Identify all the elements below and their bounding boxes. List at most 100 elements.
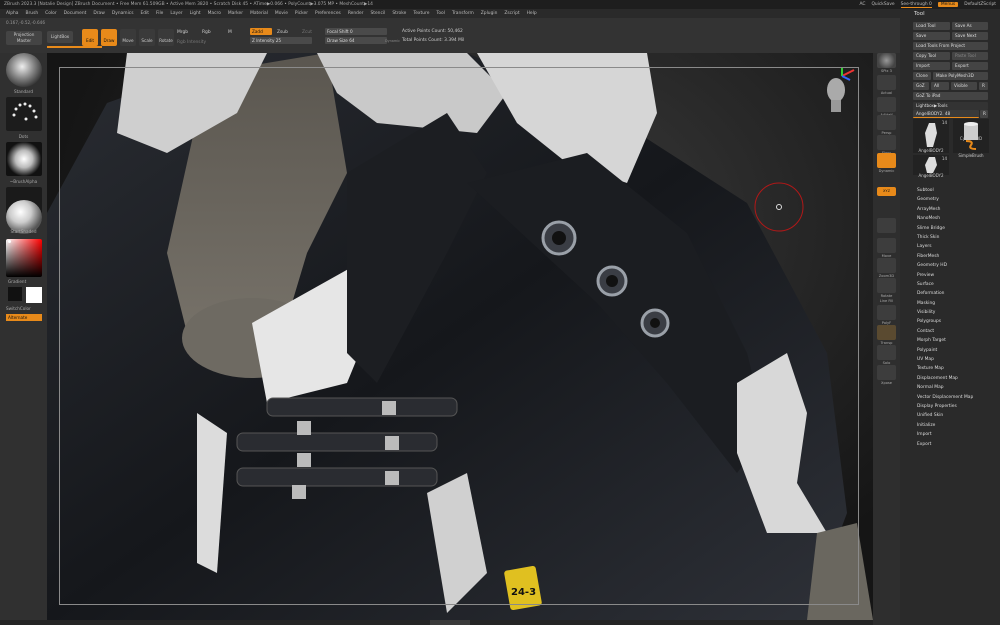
section-geometry[interactable]: Geometry bbox=[917, 195, 997, 204]
menu-zplugin[interactable]: Zplugin bbox=[481, 11, 498, 16]
frame-icon[interactable] bbox=[877, 218, 896, 233]
goz-ipad-button[interactable]: GoZ To iPad bbox=[913, 92, 988, 100]
draw-button[interactable]: Draw bbox=[101, 29, 117, 46]
brush-alpha-icon[interactable] bbox=[6, 142, 42, 176]
section-display-properties[interactable]: Display Properties bbox=[917, 402, 997, 411]
clone-button[interactable]: Clone bbox=[913, 72, 931, 80]
goz-button[interactable]: GoZ bbox=[913, 82, 929, 90]
zcut-button[interactable]: Zcut bbox=[302, 30, 312, 35]
move-view-icon[interactable] bbox=[877, 238, 896, 253]
menu-layer[interactable]: Layer bbox=[170, 11, 182, 16]
section-uv-map[interactable]: UV Map bbox=[917, 355, 997, 364]
import-button[interactable]: Import bbox=[913, 62, 950, 70]
menu-render[interactable]: Render bbox=[348, 11, 364, 16]
menu-stencil[interactable]: Stencil bbox=[370, 11, 385, 16]
aahalf-icon[interactable] bbox=[877, 97, 896, 112]
menu-color[interactable]: Color bbox=[45, 11, 56, 16]
current-tool-slider[interactable]: AngelBODY2. 48 bbox=[913, 110, 979, 118]
secondary-color-swatch[interactable] bbox=[26, 287, 42, 303]
section-subtool[interactable]: Subtool bbox=[917, 186, 997, 195]
color-picker[interactable] bbox=[6, 239, 42, 277]
section-unified-skin[interactable]: Unified Skin bbox=[917, 411, 997, 420]
spix-label[interactable]: SPix 3 bbox=[873, 69, 900, 73]
menu-help[interactable]: Help bbox=[527, 11, 537, 16]
standard-brush-icon[interactable] bbox=[6, 53, 42, 87]
goz-all-button[interactable]: All bbox=[931, 82, 949, 90]
section-normal-map[interactable]: Normal Map bbox=[917, 383, 997, 392]
menu-draw[interactable]: Draw bbox=[93, 11, 104, 16]
seethrough-slider[interactable]: See-through 0 bbox=[900, 2, 932, 8]
menu-file[interactable]: File bbox=[156, 11, 163, 16]
document-canvas[interactable]: 24-3 bbox=[47, 53, 873, 620]
alternate-button[interactable]: Alternate bbox=[6, 314, 42, 321]
save-next-button[interactable]: Save Next bbox=[952, 32, 988, 40]
scale-button[interactable]: Scale bbox=[139, 29, 155, 46]
focal-shift-slider[interactable]: Focal Shift 0 bbox=[325, 28, 387, 35]
save-button[interactable]: Save bbox=[913, 32, 950, 40]
zadd-button[interactable]: Zadd bbox=[250, 28, 272, 35]
move-button[interactable]: Move bbox=[120, 29, 136, 46]
section-import[interactable]: Import bbox=[917, 430, 997, 439]
primary-color-swatch[interactable] bbox=[8, 287, 22, 301]
section-export[interactable]: Export bbox=[917, 440, 997, 449]
section-layers[interactable]: Layers bbox=[917, 242, 997, 251]
export-button[interactable]: Export bbox=[952, 62, 988, 70]
save-as-button[interactable]: Save As bbox=[952, 22, 988, 30]
z-intensity-slider[interactable]: Z Intensity 25 bbox=[250, 37, 312, 44]
quicksave-button[interactable]: QuickSave bbox=[871, 2, 894, 7]
ac-label[interactable]: AC bbox=[859, 2, 865, 7]
menu-preferences[interactable]: Preferences bbox=[315, 11, 341, 16]
m-button[interactable]: M bbox=[228, 30, 232, 35]
load-tools-from-project-button[interactable]: Load Tools From Project bbox=[913, 42, 988, 50]
menu-brush[interactable]: Brush bbox=[25, 11, 38, 16]
dynamic-toggle[interactable]: Dynamic bbox=[385, 39, 400, 43]
menu-transform[interactable]: Transform bbox=[452, 11, 474, 16]
section-vector-displacement-map[interactable]: Vector Displacement Map bbox=[917, 393, 997, 402]
switch-color-button[interactable]: SwitchColor bbox=[0, 306, 47, 311]
mrgb-button[interactable]: Mrgb bbox=[177, 30, 188, 35]
section-polypaint[interactable]: Polypaint bbox=[917, 346, 997, 355]
menu-marker[interactable]: Marker bbox=[228, 11, 243, 16]
section-texture-map[interactable]: Texture Map bbox=[917, 364, 997, 373]
menu-zscript[interactable]: Zscript bbox=[504, 11, 519, 16]
zoom3d-icon[interactable] bbox=[877, 258, 896, 273]
goz-r-button[interactable]: R bbox=[979, 82, 988, 90]
section-arraymesh[interactable]: ArrayMesh bbox=[917, 205, 997, 214]
paste-tool-button[interactable]: Paste Tool bbox=[952, 52, 988, 60]
section-masking[interactable]: Masking bbox=[917, 299, 997, 308]
zsub-button[interactable]: Zsub bbox=[277, 30, 288, 35]
bottom-tray-handle[interactable] bbox=[430, 620, 470, 625]
menu-movie[interactable]: Movie bbox=[275, 11, 288, 16]
section-preview[interactable]: Preview bbox=[917, 271, 997, 280]
floor-icon[interactable] bbox=[877, 135, 896, 150]
section-morph-target[interactable]: Morph Target bbox=[917, 336, 997, 345]
load-tool-button[interactable]: Load Tool bbox=[913, 22, 950, 30]
section-polygroups[interactable]: Polygroups bbox=[917, 317, 997, 326]
section-visibility[interactable]: Visibility bbox=[917, 308, 997, 317]
rgb-intensity-slider[interactable]: Rgb Intensity bbox=[177, 40, 206, 45]
polyf-icon[interactable] bbox=[877, 305, 896, 320]
simplebrush-icon[interactable] bbox=[960, 140, 982, 150]
menu-material[interactable]: Material bbox=[250, 11, 268, 16]
tool-thumb-angelbody-2[interactable]: 14 bbox=[913, 155, 949, 175]
menu-light[interactable]: Light bbox=[190, 11, 201, 16]
bpr-icon[interactable] bbox=[877, 53, 896, 68]
transp-icon[interactable] bbox=[877, 325, 896, 340]
section-surface[interactable]: Surface bbox=[917, 280, 997, 289]
section-fibermesh[interactable]: FiberMesh bbox=[917, 252, 997, 261]
section-geometry-hd[interactable]: Geometry HD bbox=[917, 261, 997, 270]
color-picker-handle[interactable] bbox=[8, 240, 11, 243]
xpose-icon[interactable] bbox=[877, 365, 896, 380]
menu-dynamics[interactable]: Dynamics bbox=[112, 11, 134, 16]
lightbox-tools-button[interactable]: Lightbox▶Tools bbox=[913, 102, 988, 110]
menu-macro[interactable]: Macro bbox=[208, 11, 221, 16]
menu-stroke[interactable]: Stroke bbox=[392, 11, 406, 16]
section-initialize[interactable]: Initialize bbox=[917, 421, 997, 430]
rotate-button[interactable]: Rotate bbox=[158, 29, 174, 46]
section-nanomesh[interactable]: NanoMesh bbox=[917, 214, 997, 223]
script-button[interactable]: DefaultZScript bbox=[964, 2, 996, 7]
section-slime-bridge[interactable]: Slime Bridge bbox=[917, 224, 997, 233]
goz-visible-button[interactable]: Visible bbox=[951, 82, 977, 90]
rotate-view-icon[interactable] bbox=[877, 278, 896, 293]
menu-picker[interactable]: Picker bbox=[295, 11, 308, 16]
